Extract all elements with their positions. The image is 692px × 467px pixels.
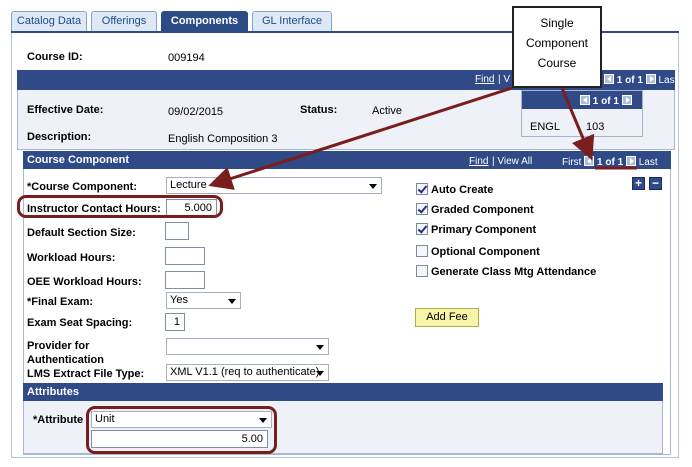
course-view-link[interactable]: | V (498, 74, 510, 85)
generate-class-mtg-attendance-checkbox[interactable] (416, 265, 428, 277)
single-component-callout: Single Component Course (512, 6, 602, 88)
add-fee-button[interactable]: Add Fee (415, 308, 479, 327)
course-component-label: *Course Component: (27, 181, 137, 193)
description-label: Description: (27, 131, 92, 143)
tab-gl-interface[interactable]: GL Interface (252, 11, 332, 31)
mini-nav-left-icon[interactable] (580, 95, 590, 105)
lms-extract-select[interactable]: XML V1.1 (req to authenticate) (166, 364, 329, 381)
effective-date-value: 09/02/2015 (168, 106, 224, 118)
lms-extract-label: LMS Extract File Type: (27, 368, 145, 380)
course-component-select[interactable]: Lecture (166, 177, 382, 194)
component-nav-left-icon[interactable] (584, 156, 595, 166)
optional-component-checkbox[interactable] (416, 245, 428, 257)
callout-line-1: Single (540, 16, 574, 30)
tab-offerings-label: Offerings (101, 15, 147, 27)
component-view-all-link[interactable]: | View All (492, 156, 532, 167)
status-label: Status: (300, 104, 338, 116)
callout-line-2: Component (525, 36, 589, 50)
workload-hours-input[interactable] (165, 247, 205, 265)
status-value: Active (372, 105, 402, 117)
nav-first-label: First (562, 157, 582, 168)
add-row-button[interactable]: + (632, 177, 645, 190)
tab-catalog-data-label: Catalog Data (16, 15, 82, 27)
nav-last-label: Last (638, 157, 658, 168)
description-value: English Composition 3 (168, 133, 278, 145)
exam-seat-spacing-label: Exam Seat Spacing: (27, 317, 133, 329)
course-find-link[interactable]: Find (475, 74, 494, 85)
graded-component-label: Graded Component (431, 204, 534, 216)
course-id-value: 009194 (168, 52, 205, 64)
course-id-label: Course ID: (27, 51, 83, 63)
course-nav-position: 1 of 1 Last (604, 74, 677, 86)
primary-component-label: Primary Component (431, 224, 537, 236)
nav-left-icon[interactable] (604, 74, 614, 84)
effective-date-label: Effective Date: (27, 104, 104, 116)
component-find-link[interactable]: Find (469, 156, 488, 167)
provider-select[interactable] (166, 338, 329, 355)
final-exam-select[interactable]: Yes (166, 292, 241, 309)
tab-gl-interface-label: GL Interface (261, 15, 323, 27)
attribute-label: *Attribute (33, 414, 84, 426)
tab-offerings[interactable]: Offerings (91, 11, 157, 31)
component-nav-right-icon[interactable] (625, 156, 636, 166)
final-exam-label: *Final Exam: (27, 296, 94, 308)
oee-workload-hours-input[interactable] (165, 271, 205, 289)
primary-component-checkbox[interactable] (416, 223, 428, 235)
provider-label-line1: Provider for (27, 340, 90, 352)
workload-hours-label: Workload Hours: (27, 252, 116, 264)
tab-components-label: Components (170, 15, 239, 27)
course-component-title: Course Component (27, 154, 130, 166)
callout-line-3: Course (537, 56, 577, 70)
default-section-size-input[interactable] (165, 222, 189, 240)
tab-components[interactable]: Components (161, 11, 248, 32)
subject-value: ENGL (530, 121, 560, 133)
mini-grid-nav: 1 of 1 (580, 95, 632, 107)
attributes-header: Attributes (23, 383, 663, 401)
auto-create-label: Auto Create (431, 184, 494, 196)
component-nav: First 1 of 1 Last (562, 156, 658, 168)
delete-row-button[interactable]: − (649, 177, 662, 190)
course-offering-grid: 1 of 1 ENGL 103 (521, 90, 643, 137)
provider-label-line2: Authentication (27, 354, 104, 366)
oee-workload-hours-label: OEE Workload Hours: (27, 276, 142, 288)
optional-component-label: Optional Component (431, 246, 540, 258)
tab-catalog-data[interactable]: Catalog Data (11, 11, 87, 31)
default-section-size-label: Default Section Size: (27, 227, 136, 239)
auto-create-checkbox[interactable] (416, 183, 428, 195)
attributes-title: Attributes (27, 386, 79, 398)
exam-seat-spacing-input[interactable]: 1 (165, 313, 185, 331)
nav-right-icon[interactable] (645, 74, 656, 84)
graded-component-checkbox[interactable] (416, 203, 428, 215)
generate-class-mtg-attendance-label: Generate Class Mtg Attendance (431, 266, 597, 278)
catalog-number-value: 103 (586, 121, 605, 133)
attribute-highlight (86, 406, 277, 454)
contact-hours-highlight (17, 195, 223, 218)
mini-nav-right-icon[interactable] (621, 95, 632, 105)
